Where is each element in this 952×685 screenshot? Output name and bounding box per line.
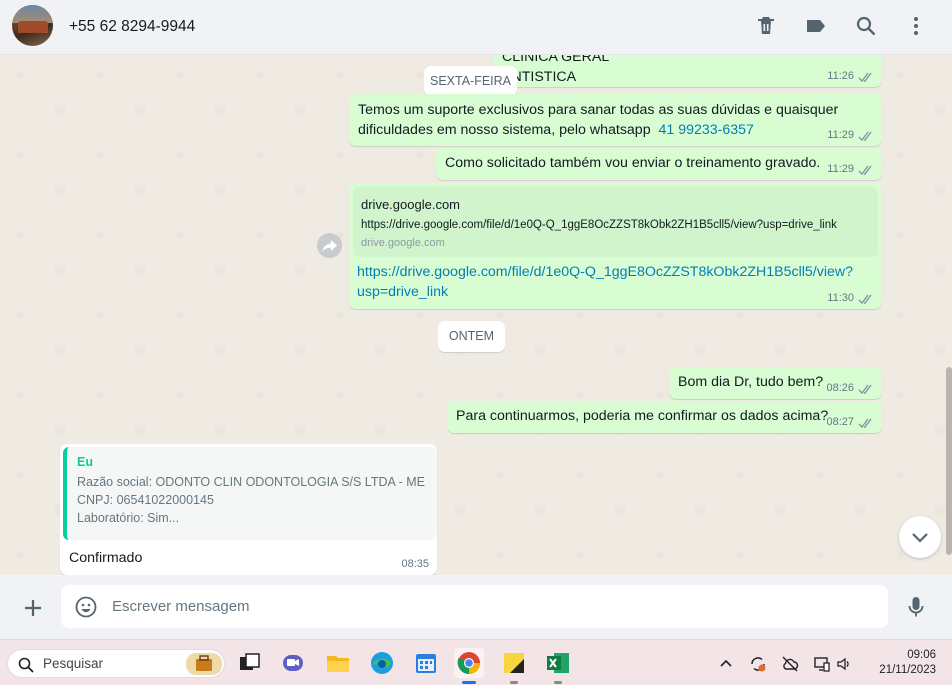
message-time: 11:26 [827,70,854,82]
read-ticks-icon [858,294,872,305]
message-bubble[interactable]: CLÍNICA GERAL ENTISTICA 11:26 [493,55,882,87]
message-input[interactable]: Escrever mensagem [61,585,888,628]
phone-link[interactable]: 41 99233-6357 [658,122,753,138]
message-text: ENTISTICA [502,69,577,85]
message-text: Confirmado [69,550,143,566]
system-clock[interactable]: 09:06 21/11/2023 [866,648,936,678]
message-time: 11:29 [827,129,854,141]
read-ticks-icon [858,131,872,142]
message-text: dificuldades em nosso sistema, pelo what… [358,122,651,138]
message-bubble[interactable]: Temos um suporte exclusivos para sanar t… [349,94,882,146]
contact-name[interactable]: +55 62 8294-9944 [69,18,195,36]
preview-title: drive.google.com [361,197,460,212]
calendar-app-icon[interactable] [411,648,441,678]
sync-icon[interactable] [749,655,767,673]
search-icon[interactable] [854,14,878,38]
message-text: Bom dia Dr, tudo bem? [678,374,824,390]
sticky-notes-icon[interactable] [499,648,529,684]
message-time: 11:29 [827,163,854,175]
taskbar-search[interactable]: Pesquisar [7,649,225,678]
microphone-icon[interactable] [904,595,928,619]
date-divider: ONTEM [438,321,505,352]
clock-time: 09:06 [907,649,936,661]
message-time: 08:26 [826,382,854,394]
quoted-message[interactable]: Eu Razão social: ODONTO CLIN ODONTOLOGIA… [63,447,437,540]
message-time: 11:30 [827,292,854,304]
read-ticks-icon [858,72,872,83]
message-time: 08:35 [401,558,429,570]
message-text: Temos um suporte exclusivos para sanar t… [358,102,839,118]
forward-icon[interactable] [317,233,342,258]
emoji-icon[interactable] [74,595,98,619]
chevron-up-icon[interactable] [717,655,735,673]
chat-scrollbar[interactable] [946,367,952,555]
date-divider: SEXTA-FEIRA [424,66,517,96]
network-icon[interactable] [813,655,831,673]
taskbar-search-label: Pesquisar [43,656,104,671]
teams-meet-icon[interactable] [278,648,308,678]
message-time: 08:27 [826,416,854,428]
message-text: Para continuarmos, poderia me confirmar … [456,408,829,424]
message-input-placeholder: Escrever mensagem [112,598,250,615]
chat-header: +55 62 8294-9944 [0,0,952,55]
volume-icon[interactable] [835,655,853,673]
message-text: CLÍNICA GERAL [502,55,610,65]
quote-text: CNPJ: 06541022000145 [77,493,214,507]
attach-plus-icon[interactable] [21,596,45,620]
scroll-down-button[interactable] [899,516,941,558]
message-bubble[interactable]: Eu Razão social: ODONTO CLIN ODONTOLOGIA… [60,444,437,575]
message-bubble[interactable]: Bom dia Dr, tudo bem? 08:26 [669,367,882,399]
message-text: Como solicitado também vou enviar o trei… [445,155,821,171]
preview-url: https://drive.google.com/file/d/1e0Q-Q_1… [361,219,837,231]
contact-avatar[interactable] [12,5,53,46]
quote-text: Razão social: ODONTO CLIN ODONTOLOGIA S/… [77,475,426,489]
cloud-offline-icon[interactable] [781,655,799,673]
excel-icon[interactable] [543,648,573,684]
search-highlight-icon [186,653,222,675]
quote-author: Eu [77,455,93,469]
message-list[interactable]: CLÍNICA GERAL ENTISTICA 11:26 SEXTA-FEIR… [0,55,952,575]
label-icon[interactable] [804,14,828,38]
read-ticks-icon [858,418,872,429]
read-ticks-icon [858,384,872,395]
message-bubble[interactable]: Para continuarmos, poderia me confirmar … [447,401,882,433]
task-view-icon[interactable] [235,648,265,678]
trash-icon[interactable] [754,14,778,38]
read-ticks-icon [858,165,872,176]
edge-browser-icon[interactable] [367,648,397,678]
file-explorer-icon[interactable] [323,648,353,678]
chrome-browser-icon[interactable] [454,648,484,684]
link-preview-card[interactable]: drive.google.com https://drive.google.co… [353,187,878,257]
composer: Escrever mensagem [0,575,952,639]
preview-domain: drive.google.com [361,237,445,249]
message-bubble[interactable]: drive.google.com https://drive.google.co… [349,183,882,309]
clock-date: 21/11/2023 [879,664,936,676]
quote-text: Laboratório: Sim... [77,511,180,525]
windows-taskbar: Pesquisar 09:06 21/11/2023 [0,639,952,685]
message-link[interactable]: https://drive.google.com/file/d/1e0Q-Q_1… [357,262,853,282]
search-icon [18,657,34,673]
menu-icon[interactable] [904,14,928,38]
message-link[interactable]: usp=drive_link [357,282,853,302]
message-bubble[interactable]: Como solicitado também vou enviar o trei… [436,148,882,180]
